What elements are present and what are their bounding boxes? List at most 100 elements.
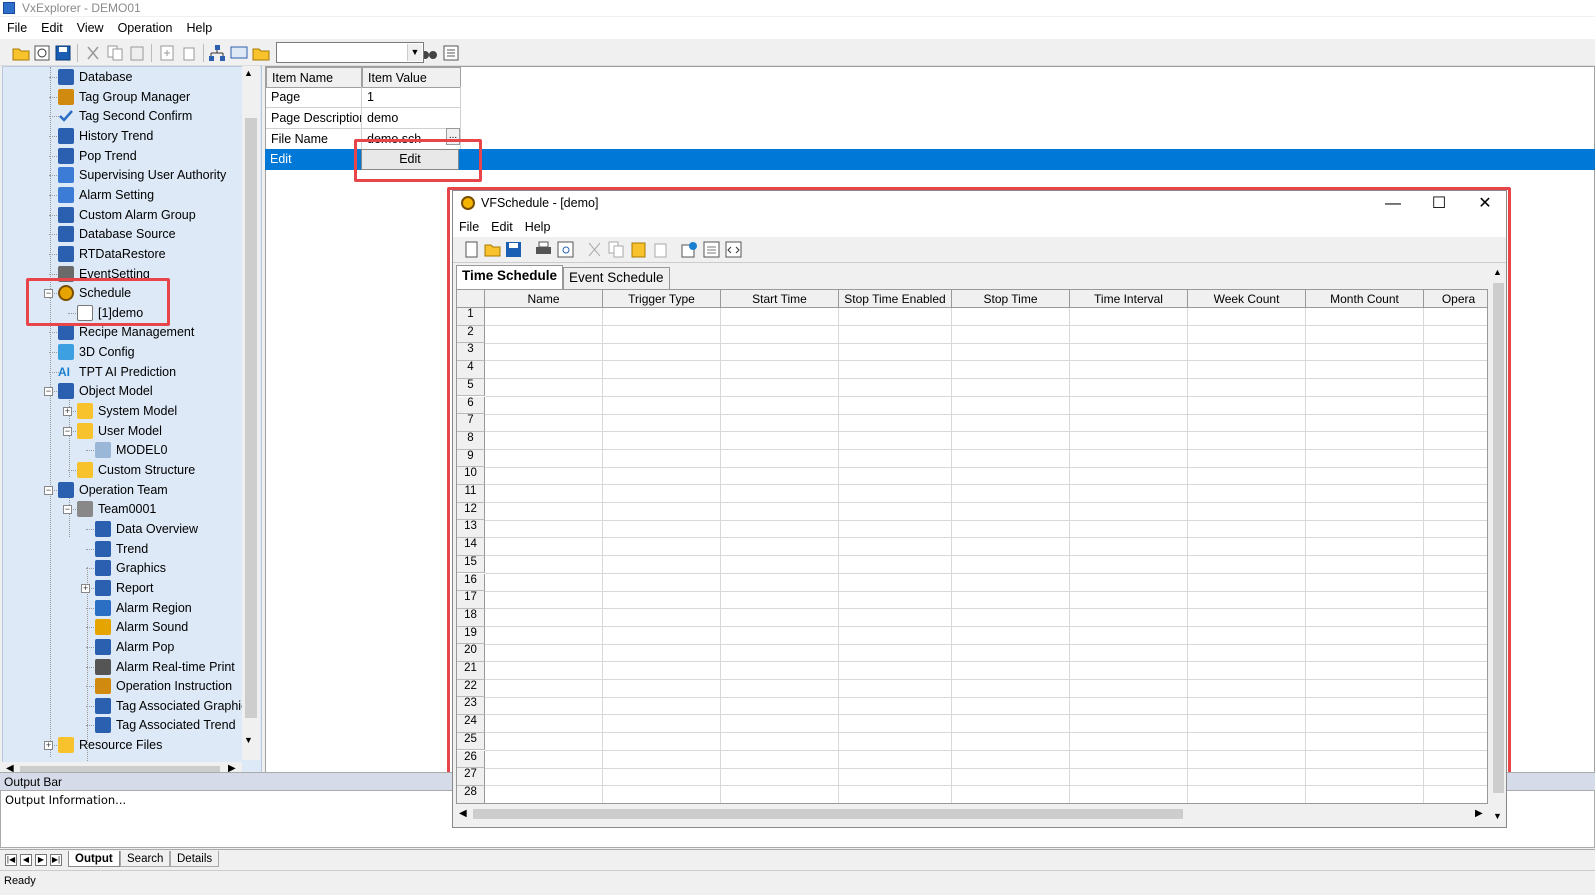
tab-output[interactable]: Output — [68, 851, 120, 867]
row-page-value[interactable]: 1 — [362, 87, 461, 108]
chevron-down-icon[interactable]: ▼ — [407, 44, 422, 61]
tree-item[interactable]: Resource Files — [3, 735, 243, 755]
maximize-button[interactable]: ☐ — [1416, 191, 1462, 217]
column-header[interactable]: Month Count — [1306, 290, 1424, 308]
row-header[interactable]: 23 — [457, 697, 485, 716]
cut-icon[interactable] — [586, 241, 603, 258]
menu-edit[interactable]: Edit — [34, 17, 70, 39]
tree-item[interactable]: Alarm Pop — [3, 637, 243, 657]
column-header[interactable]: Stop Time — [952, 290, 1070, 308]
row-header[interactable]: 22 — [457, 679, 485, 698]
tab-details[interactable]: Details — [170, 851, 220, 867]
tree-item[interactable]: Tag Second Confirm — [3, 106, 243, 126]
tree-item[interactable]: Custom Structure — [3, 460, 243, 480]
row-header[interactable]: 27 — [457, 768, 485, 786]
cut-icon[interactable] — [84, 44, 102, 62]
tree-item[interactable]: Alarm Real-time Print — [3, 657, 243, 677]
row-header[interactable]: 11 — [457, 485, 485, 503]
tree-item[interactable]: Pop Trend — [3, 146, 243, 166]
vf-menu-help[interactable]: Help — [519, 217, 557, 237]
row-description-value[interactable]: demo — [362, 108, 461, 129]
row-header[interactable]: 26 — [457, 750, 485, 769]
tree-item[interactable]: Tag Group Manager — [3, 87, 243, 107]
save-icon[interactable] — [54, 44, 72, 62]
row-header[interactable]: 9 — [457, 449, 485, 468]
copy-icon[interactable] — [106, 44, 124, 62]
row-header[interactable]: 19 — [457, 626, 485, 645]
column-header[interactable]: Stop Time Enabled — [839, 290, 952, 308]
vf-vscroll-thumb[interactable] — [1493, 283, 1504, 793]
scroll-down-icon[interactable]: ▼ — [244, 735, 253, 745]
tree-item[interactable]: Alarm Setting — [3, 185, 243, 205]
row-header[interactable]: 13 — [457, 520, 485, 539]
print-preview-icon[interactable] — [557, 241, 574, 258]
tree-item[interactable]: MODEL0 — [3, 440, 243, 460]
column-header[interactable]: Week Count — [1188, 290, 1306, 308]
tree-item[interactable]: History Trend — [3, 126, 243, 146]
tree-item[interactable]: User Model — [3, 421, 243, 441]
paste-icon[interactable] — [128, 44, 146, 62]
tree-item[interactable]: Operation Team — [3, 480, 243, 500]
row-header[interactable]: 28 — [457, 785, 485, 803]
prev-page-icon[interactable]: ◀ — [20, 854, 32, 866]
tree-item[interactable]: Database Source — [3, 224, 243, 244]
row-header[interactable]: 7 — [457, 414, 485, 432]
tree-item[interactable]: Tag Associated Trend — [3, 715, 243, 735]
tree-item[interactable]: Trend — [3, 539, 243, 559]
row-header[interactable]: 24 — [457, 715, 485, 733]
tree-item[interactable]: Graphics — [3, 558, 243, 578]
copy-icon[interactable] — [608, 241, 625, 258]
row-header[interactable]: 17 — [457, 591, 485, 609]
close-button[interactable]: ✕ — [1462, 191, 1506, 217]
add-event-icon[interactable] — [681, 241, 698, 258]
new-item-icon[interactable] — [158, 44, 176, 62]
menu-help[interactable]: Help — [179, 17, 219, 39]
first-page-icon[interactable]: |◀ — [5, 854, 17, 866]
scroll-down-icon[interactable]: ▼ — [1493, 811, 1502, 821]
tab-event-schedule[interactable]: Event Schedule — [563, 267, 670, 289]
menu-view[interactable]: View — [70, 17, 111, 39]
code-view-icon[interactable] — [725, 241, 742, 258]
row-header[interactable]: 1 — [457, 308, 485, 326]
row-header[interactable]: 3 — [457, 343, 485, 362]
tree-item[interactable]: Data Overview — [3, 519, 243, 539]
row-header[interactable]: 10 — [457, 467, 485, 485]
delete-icon[interactable] — [180, 44, 198, 62]
column-header[interactable]: Name — [485, 290, 603, 308]
delete-icon[interactable] — [652, 241, 669, 258]
column-header[interactable]: Opera — [1424, 290, 1487, 308]
tree-item[interactable]: System Model — [3, 401, 243, 421]
tree-item[interactable]: RTDataRestore — [3, 244, 243, 264]
tree-item[interactable]: Object Model — [3, 381, 243, 401]
tree-item[interactable]: 3D Config — [3, 342, 243, 362]
row-header[interactable]: 12 — [457, 502, 485, 521]
row-header[interactable]: 5 — [457, 378, 485, 397]
vf-menu-edit[interactable]: Edit — [485, 217, 519, 237]
column-header[interactable]: Start Time — [721, 290, 839, 308]
scroll-right-icon[interactable]: ▶ — [1475, 808, 1483, 819]
monitor-icon[interactable] — [230, 44, 248, 62]
row-header[interactable]: 20 — [457, 644, 485, 662]
scroll-up-icon[interactable]: ▲ — [244, 68, 253, 78]
row-header[interactable]: 15 — [457, 555, 485, 574]
list-view-icon[interactable] — [703, 241, 720, 258]
tab-search[interactable]: Search — [120, 851, 171, 867]
scroll-left-icon[interactable]: ◀ — [459, 808, 467, 819]
last-page-icon[interactable]: ▶| — [50, 854, 62, 866]
row-header[interactable]: 6 — [457, 396, 485, 415]
open-folder-icon[interactable] — [484, 241, 501, 258]
tree-item[interactable]: AI TPT AI Prediction — [3, 362, 243, 382]
folder-open-icon[interactable] — [252, 44, 270, 62]
tree-scroll-thumb[interactable] — [245, 118, 257, 718]
menu-operation[interactable]: Operation — [111, 17, 180, 39]
tree-item[interactable]: Supervising User Authority — [3, 165, 243, 185]
vf-menu-file[interactable]: File — [453, 217, 485, 237]
tree-item[interactable]: Database — [3, 67, 243, 87]
vf-hscroll-thumb[interactable] — [473, 809, 1183, 819]
tree-item[interactable]: Custom Alarm Group — [3, 205, 243, 225]
column-header[interactable]: Trigger Type — [603, 290, 721, 308]
minimize-button[interactable]: — — [1370, 191, 1416, 217]
hierarchy-icon[interactable] — [208, 44, 226, 62]
scroll-up-icon[interactable]: ▲ — [1493, 267, 1502, 277]
row-header[interactable]: 2 — [457, 325, 485, 344]
